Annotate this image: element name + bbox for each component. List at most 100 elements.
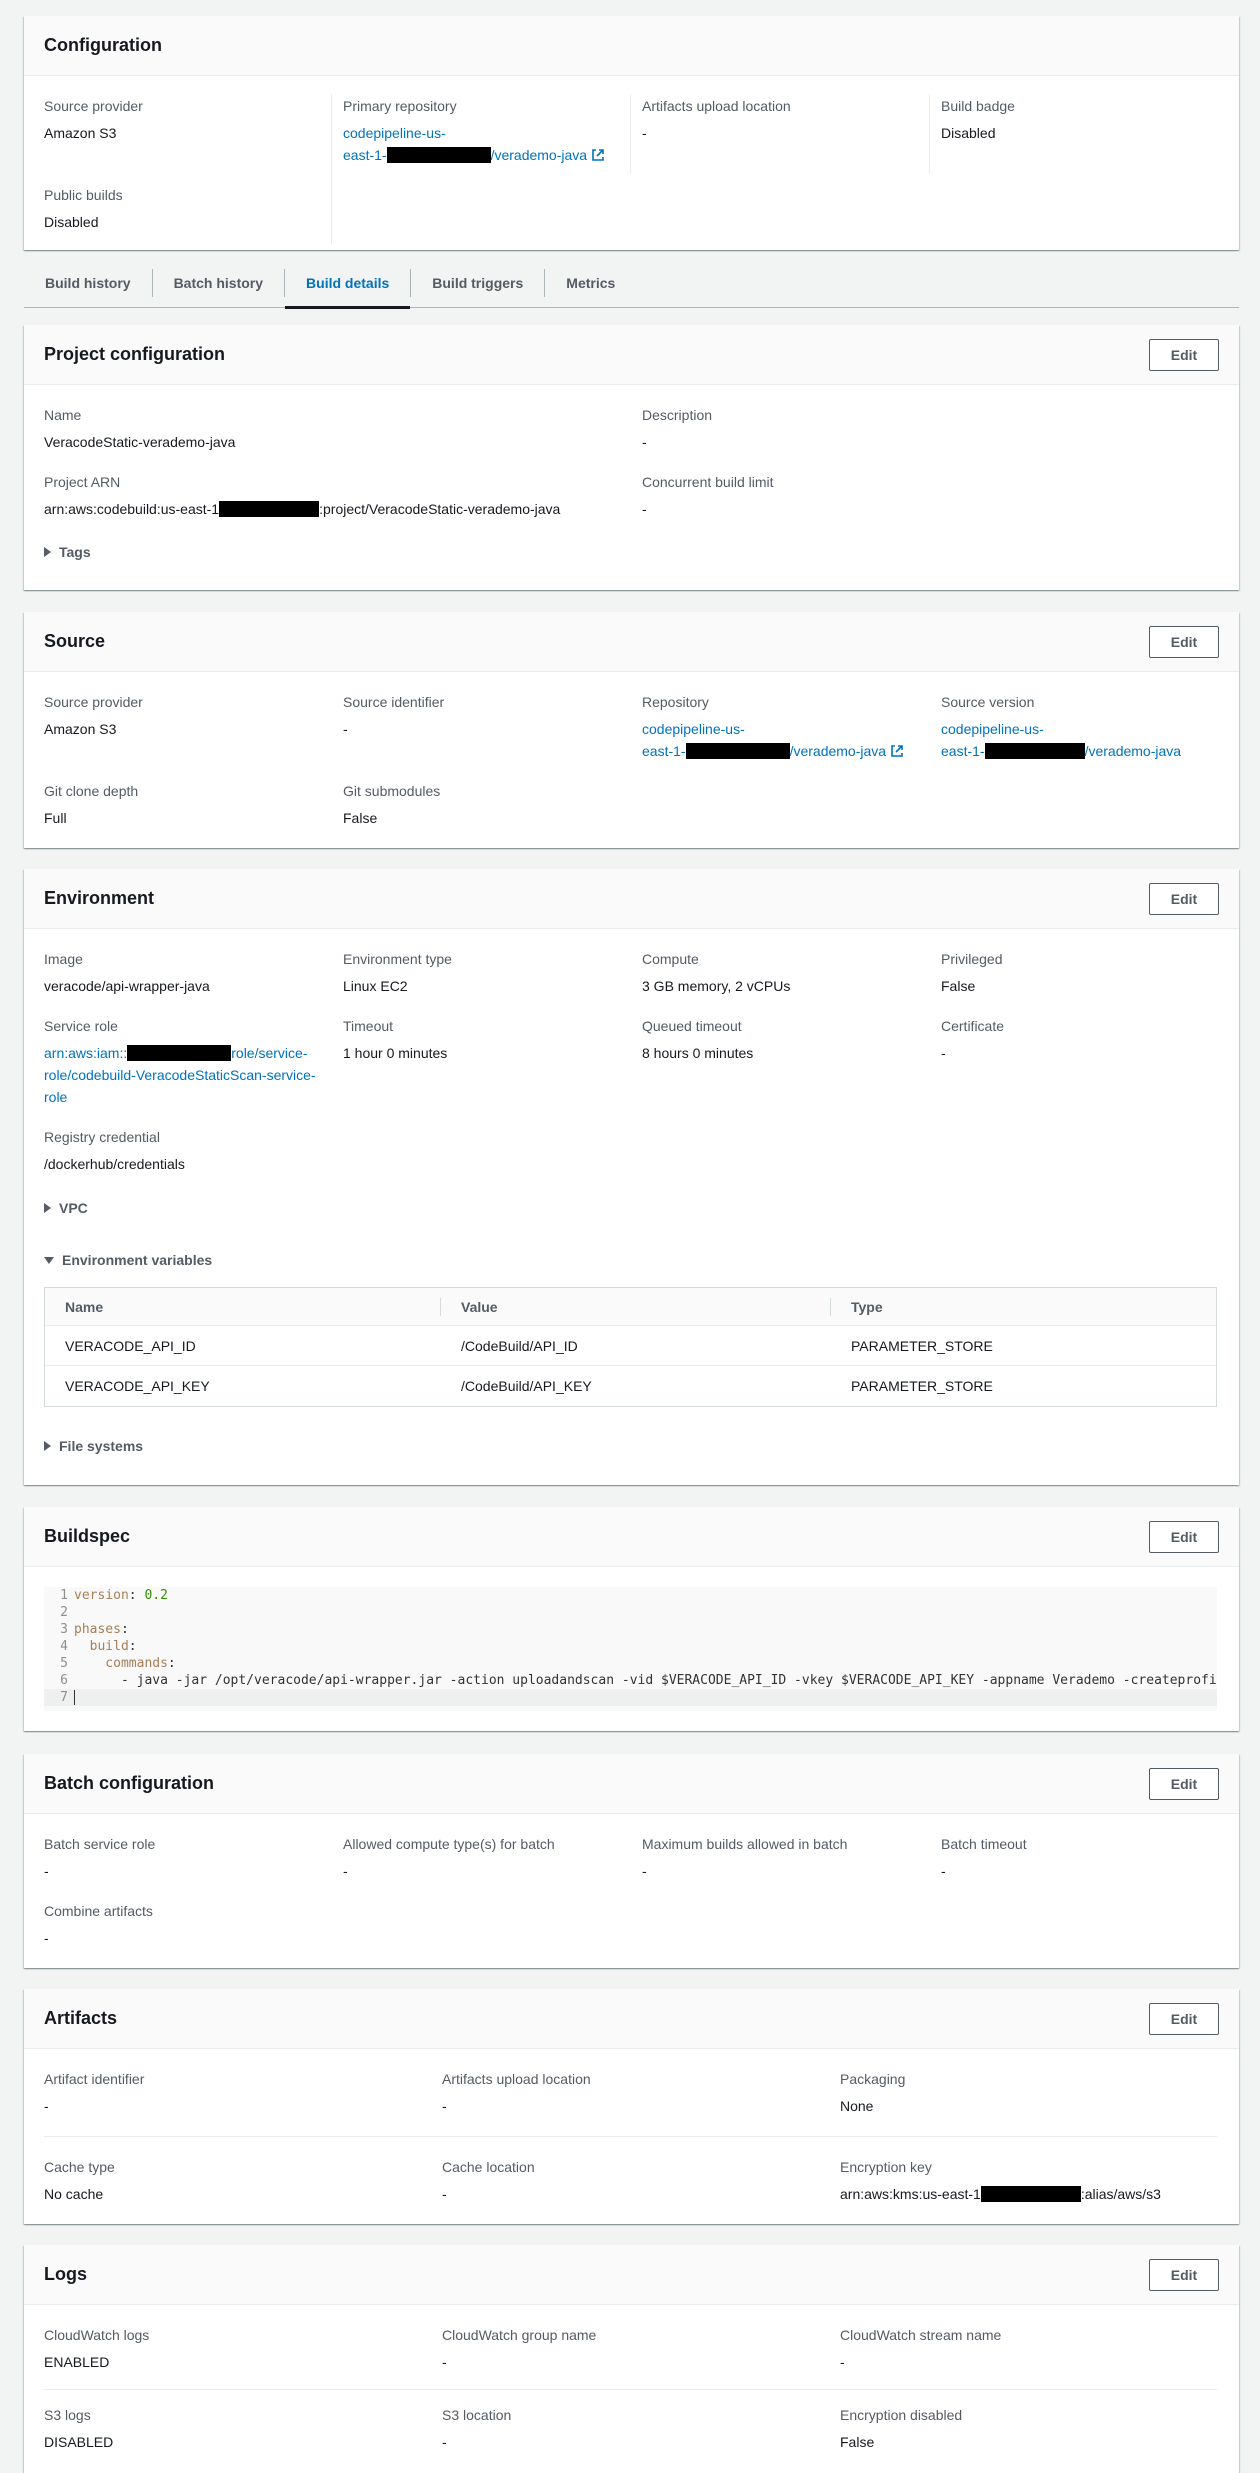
source-version-link[interactable]: codepipeline-us- east-1-/verademo-java (941, 718, 1181, 762)
environment-header: Environment Edit (24, 869, 1239, 929)
cell-value: /CodeBuild/API_KEY (461, 1378, 592, 1394)
field-value: 3 GB memory, 2 vCPUs (642, 978, 791, 994)
tab-build-history[interactable]: Build history (24, 258, 152, 308)
project-configuration-edit-button[interactable]: Edit (1149, 338, 1219, 371)
column-header-value: Value (441, 1288, 831, 1325)
environment-variables-expander[interactable]: Environment variables (44, 1252, 212, 1268)
field-label: Queued timeout (642, 1018, 742, 1034)
field-label: Concurrent build limit (642, 474, 774, 490)
field-value: Amazon S3 (44, 721, 117, 737)
source-version: Source version codepipeline-us- east-1- /… (941, 692, 1181, 762)
project-configuration-panel: Project configuration Edit Name Veracode… (24, 325, 1239, 590)
field-label: Primary repository (343, 98, 457, 114)
table-header: Name Value Type (45, 1288, 1216, 1326)
field-label: Public builds (44, 187, 123, 203)
field-value: No cache (44, 2186, 104, 2202)
tab-build-triggers[interactable]: Build triggers (411, 258, 544, 308)
field-value: - (642, 434, 647, 450)
buildspec-edit-button[interactable]: Edit (1149, 1520, 1219, 1553)
field-value: Disabled (941, 125, 996, 141)
field-label: Project ARN (44, 474, 121, 490)
row-divider (44, 2389, 1217, 2390)
field-label: Packaging (840, 2071, 906, 2087)
configuration-header: Configuration (24, 16, 1239, 76)
batch-configuration-edit-button[interactable]: Edit (1149, 1767, 1219, 1800)
source-edit-button[interactable]: Edit (1149, 625, 1219, 658)
field-value: - (343, 1863, 348, 1879)
field-label: Image (44, 951, 83, 967)
source-panel: Source Edit Source provider Amazon S3 So… (24, 612, 1239, 848)
column-header-type: Type (851, 1298, 883, 1315)
field-label: Combine artifacts (44, 1903, 153, 1919)
config-public-builds: Public builds Disabled (44, 185, 123, 233)
field-label: Source provider (44, 694, 143, 710)
env-image: Image veracode/api-wrapper-java (44, 949, 210, 997)
field-label: Encryption key (840, 2159, 932, 2175)
logs-panel: Logs Edit CloudWatch logs ENABLED CloudW… (24, 2245, 1239, 2473)
field-value: False (941, 978, 976, 994)
logs-header: Logs Edit (24, 2245, 1239, 2305)
field-value: - (840, 2354, 845, 2370)
tab-metrics[interactable]: Metrics (545, 258, 636, 308)
field-value: - (44, 1930, 49, 1946)
config-source-provider: Source provider Amazon S3 (44, 96, 143, 144)
external-link-icon[interactable] (890, 744, 904, 758)
environment-title: Environment (44, 888, 155, 908)
field-value: veracode/api-wrapper-java (44, 978, 210, 994)
field-value: VeracodeStatic-verademo-java (44, 434, 236, 450)
external-link-icon[interactable] (591, 148, 605, 162)
field-label: Source identifier (343, 694, 445, 710)
cache-type: Cache type No cache (44, 2157, 115, 2205)
field-label: Source version (941, 694, 1035, 710)
logs-edit-button[interactable]: Edit (1149, 2258, 1219, 2291)
artifacts-edit-button[interactable]: Edit (1149, 2002, 1219, 2035)
column-divider (929, 94, 930, 174)
field-label: Environment type (343, 951, 452, 967)
row-divider (44, 2136, 1217, 2137)
field-value: - (44, 2098, 49, 2114)
field-label: Privileged (941, 951, 1003, 967)
repository-link[interactable]: codepipeline-us- east-1-/verademo-java (642, 718, 904, 762)
tags-expander[interactable]: Tags (44, 544, 91, 560)
field-value: None (840, 2098, 874, 2114)
code-line: 6 - java -jar /opt/veracode/api-wrapper.… (60, 1673, 1217, 1688)
field-value: - (343, 721, 348, 737)
environment-edit-button[interactable]: Edit (1149, 882, 1219, 915)
field-label: CloudWatch logs (44, 2327, 150, 2343)
tab-bar: Build history Batch history Build detail… (24, 258, 1239, 309)
config-build-badge: Build badge Disabled (941, 96, 1015, 144)
buildspec-code-editor[interactable]: 1 version: 0.2 2 3 phases: 4 build: 5 comm… (44, 1587, 1217, 1711)
tab-batch-history[interactable]: Batch history (153, 258, 284, 308)
batch-max-builds: Maximum builds allowed in batch - (642, 1834, 847, 1882)
artifacts-upload-location: Artifacts upload location - (442, 2069, 591, 2117)
caret-right-icon (44, 1441, 51, 1451)
field-value: - (642, 501, 647, 517)
field-label: Batch timeout (941, 1836, 1027, 1852)
buildspec-header: Buildspec Edit (24, 1507, 1239, 1567)
env-compute: Compute 3 GB memory, 2 vCPUs (642, 949, 790, 997)
git-submodules: Git submodules False (343, 781, 440, 829)
field-value: 8 hours 0 minutes (642, 1045, 754, 1061)
project-concurrent-build-limit: Concurrent build limit - (642, 472, 774, 520)
field-value: ENABLED (44, 2354, 110, 2370)
source-identifier: Source identifier - (343, 692, 444, 740)
file-systems-expander[interactable]: File systems (44, 1438, 143, 1454)
batch-combine-artifacts: Combine artifacts - (44, 1901, 153, 1949)
field-label: Name (44, 407, 82, 423)
cell-type: PARAMETER_STORE (851, 1337, 993, 1354)
tab-build-details[interactable]: Build details (285, 258, 411, 309)
project-arn: Project ARN arn:aws:codebuild:us-east-1:… (44, 472, 560, 520)
project-description: Description - (642, 405, 712, 453)
field-value: - (941, 1045, 946, 1061)
caret-right-icon (44, 1203, 51, 1213)
service-role-link[interactable]: arn:aws:iam:: role/service- role/codebuil… (44, 1042, 316, 1108)
column-divider (630, 94, 631, 174)
batch-timeout: Batch timeout - (941, 1834, 1027, 1882)
env-registry-credential: Registry credential /dockerhub/credentia… (44, 1127, 185, 1175)
column-divider (331, 94, 332, 244)
primary-repository-link[interactable]: codepipeline-us- east-1-/verademo-java (343, 122, 605, 166)
field-label: S3 location (442, 2407, 512, 2423)
field-value: arn:aws:kms:us-east-1:alias/aws/s3 (840, 2186, 1161, 2202)
batch-configuration-header: Batch configuration Edit (24, 1754, 1239, 1814)
vpc-expander[interactable]: VPC (44, 1200, 88, 1216)
